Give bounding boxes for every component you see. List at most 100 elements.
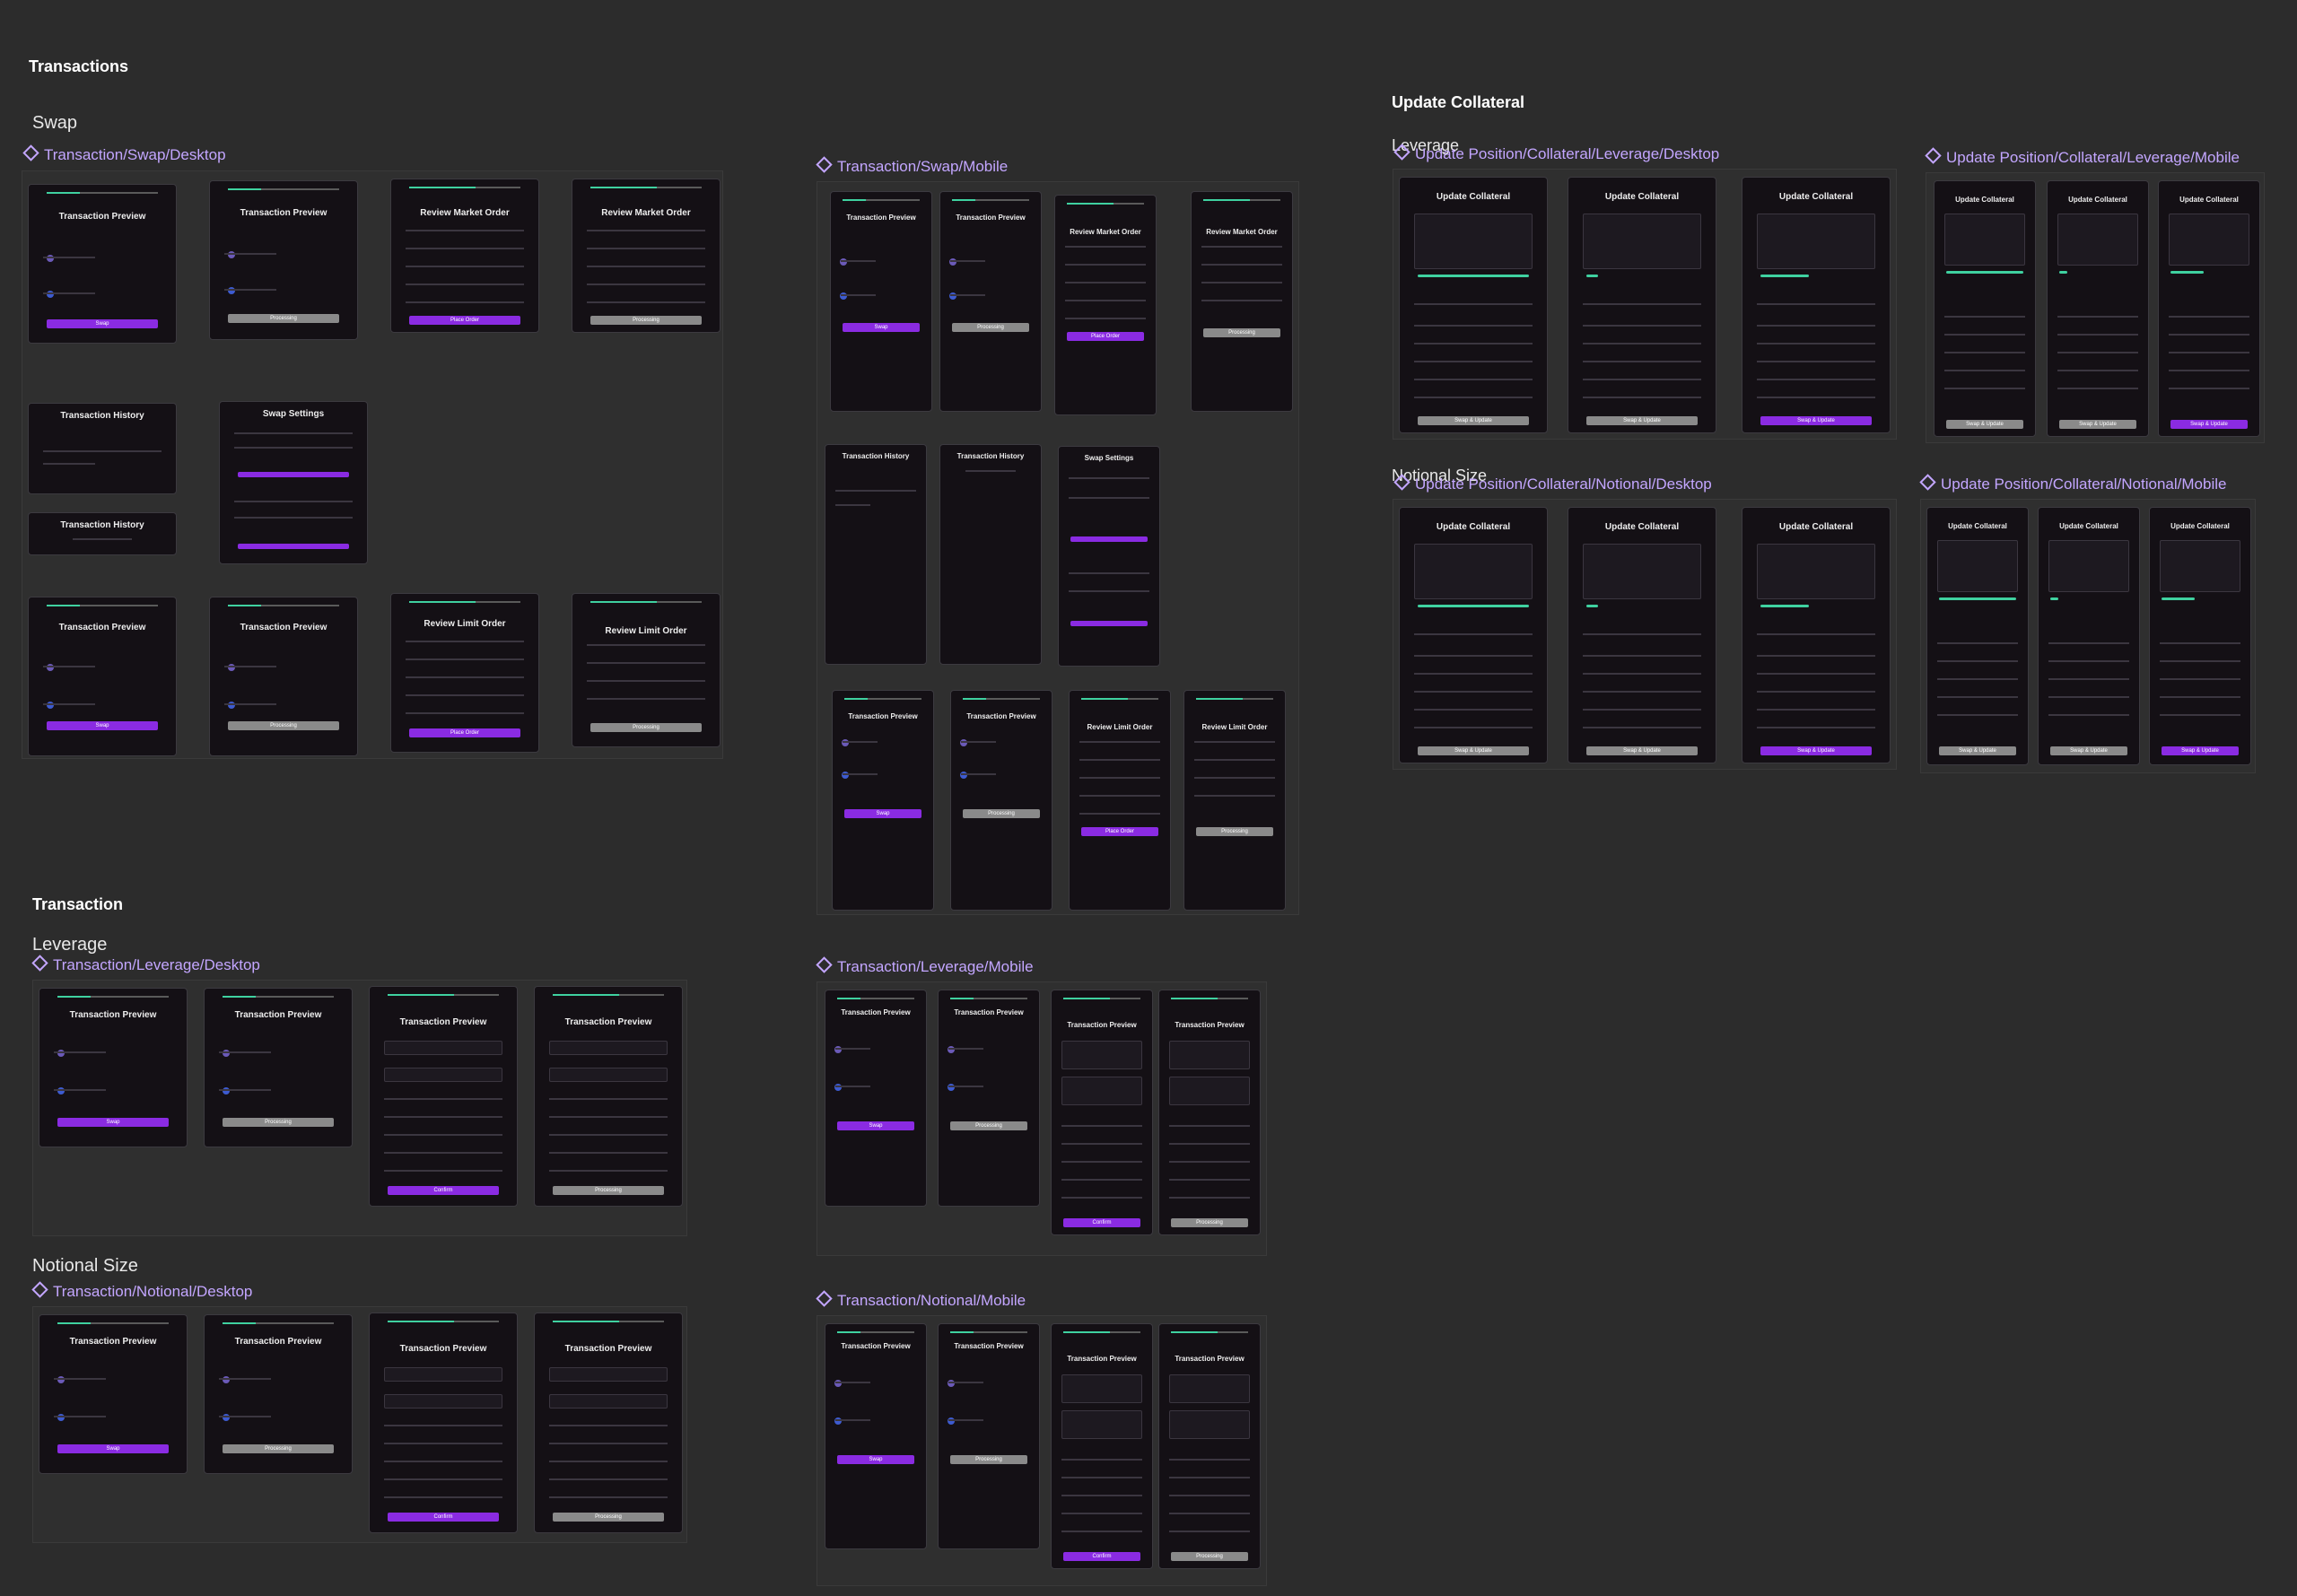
- card-transaction-history[interactable]: Transaction History: [825, 444, 927, 665]
- place-order-button[interactable]: Place Order: [1067, 332, 1144, 341]
- card-review-limit-order[interactable]: Review Limit Order Place Order: [390, 593, 539, 753]
- card-review-market-order[interactable]: Review Market Order Processing: [1191, 191, 1293, 412]
- card-review-market-order[interactable]: Review Market Order Place Order: [1054, 195, 1157, 415]
- card-transaction-preview[interactable]: Transaction Preview Swap: [825, 990, 927, 1207]
- processing-button[interactable]: Processing: [222, 1444, 335, 1453]
- card-transaction-preview[interactable]: Transaction Preview Swap: [28, 597, 177, 756]
- component-label-uc-leverage-desktop[interactable]: Update Position/Collateral/Leverage/Desk…: [1393, 144, 1719, 163]
- update-button[interactable]: Swap & Update: [1939, 746, 2016, 755]
- place-order-button[interactable]: Place Order: [408, 316, 521, 325]
- card-swap-settings[interactable]: Swap Settings: [1058, 446, 1160, 667]
- card-transaction-preview[interactable]: Transaction Preview Swap: [825, 1323, 927, 1549]
- notional-slider[interactable]: [1939, 597, 2016, 600]
- notional-slider[interactable]: [1585, 605, 1598, 607]
- card-transaction-preview[interactable]: Transaction Preview Processing: [204, 1314, 353, 1474]
- component-label-swap-desktop[interactable]: Transaction/Swap/Desktop: [22, 144, 226, 164]
- processing-button[interactable]: Processing: [227, 314, 340, 323]
- component-label-uc-notional-desktop[interactable]: Update Position/Collateral/Notional/Desk…: [1393, 474, 1712, 493]
- processing-button[interactable]: Processing: [952, 323, 1029, 332]
- update-button[interactable]: Swap & Update: [1417, 746, 1530, 755]
- notional-slider[interactable]: [2162, 597, 2196, 600]
- confirm-button[interactable]: Confirm: [387, 1186, 500, 1195]
- place-order-button[interactable]: Place Order: [408, 728, 521, 737]
- processing-button[interactable]: Processing: [590, 316, 703, 325]
- update-button[interactable]: Swap & Update: [2059, 420, 2136, 429]
- component-label-leverage-desktop[interactable]: Transaction/Leverage/Desktop: [31, 955, 260, 974]
- component-label-notional-mobile[interactable]: Transaction/Notional/Mobile: [816, 1290, 1026, 1310]
- update-button[interactable]: Swap & Update: [2170, 420, 2248, 429]
- card-update-collateral[interactable]: Update Collateral Swap & Update: [1399, 507, 1548, 763]
- card-transaction-preview-leverage[interactable]: Transaction Preview Confirm: [369, 986, 518, 1207]
- update-button[interactable]: Swap & Update: [1585, 746, 1699, 755]
- processing-button[interactable]: Processing: [1171, 1552, 1248, 1561]
- update-button[interactable]: Swap & Update: [1417, 416, 1530, 425]
- card-update-collateral[interactable]: Update Collateral Swap & Update: [2038, 507, 2140, 765]
- card-update-collateral[interactable]: Update Collateral Swap & Update: [1568, 177, 1716, 433]
- card-update-collateral[interactable]: Update Collateral Swap & Update: [1926, 507, 2029, 765]
- swap-button[interactable]: Swap: [46, 319, 159, 328]
- leverage-slider[interactable]: [2059, 271, 2068, 274]
- card-transaction-preview-leverage[interactable]: Transaction Preview Processing: [1158, 990, 1261, 1235]
- update-button[interactable]: Swap & Update: [2162, 746, 2239, 755]
- card-transaction-history[interactable]: Transaction History: [28, 403, 177, 494]
- card-transaction-preview[interactable]: Transaction Preview Swap: [830, 191, 932, 412]
- leverage-slider[interactable]: [1760, 275, 1809, 277]
- update-button[interactable]: Swap & Update: [2050, 746, 2127, 755]
- notional-slider[interactable]: [1760, 605, 1809, 607]
- card-update-collateral[interactable]: Update Collateral Swap & Update: [2158, 180, 2260, 437]
- component-label-uc-leverage-mobile[interactable]: Update Position/Collateral/Leverage/Mobi…: [1925, 147, 2240, 167]
- card-transaction-preview[interactable]: Transaction Preview Swap: [39, 988, 188, 1147]
- processing-button[interactable]: Processing: [950, 1455, 1027, 1464]
- update-button[interactable]: Swap & Update: [1760, 746, 1873, 755]
- card-transaction-preview[interactable]: Transaction Preview Processing: [938, 990, 1040, 1207]
- card-transaction-history-empty[interactable]: Transaction History: [939, 444, 1042, 665]
- card-transaction-preview[interactable]: Transaction Preview Processing: [939, 191, 1042, 412]
- component-label-notional-desktop[interactable]: Transaction/Notional/Desktop: [31, 1281, 252, 1301]
- card-update-collateral[interactable]: Update Collateral Swap & Update: [1742, 507, 1891, 763]
- confirm-button[interactable]: Confirm: [1063, 1552, 1140, 1561]
- processing-button[interactable]: Processing: [950, 1121, 1027, 1130]
- card-transaction-preview[interactable]: Transaction Preview Processing: [204, 988, 353, 1147]
- card-update-collateral[interactable]: Update Collateral Swap & Update: [1399, 177, 1548, 433]
- card-update-collateral[interactable]: Update Collateral Swap & Update: [2149, 507, 2251, 765]
- card-transaction-preview[interactable]: Transaction Preview Swap: [832, 690, 934, 911]
- card-transaction-preview[interactable]: Transaction Preview Swap: [39, 1314, 188, 1474]
- swap-button[interactable]: Swap: [837, 1121, 914, 1130]
- swap-button[interactable]: Swap: [46, 721, 159, 730]
- card-transaction-preview-notional[interactable]: Transaction Preview Processing: [534, 1313, 683, 1533]
- processing-button[interactable]: Processing: [227, 721, 340, 730]
- notional-slider[interactable]: [2050, 597, 2059, 600]
- swap-button[interactable]: Swap: [57, 1444, 170, 1453]
- processing-button[interactable]: Processing: [1171, 1218, 1248, 1227]
- card-transaction-preview-notional[interactable]: Transaction Preview Processing: [1158, 1323, 1261, 1569]
- notional-slider[interactable]: [1417, 605, 1530, 607]
- leverage-slider[interactable]: [1417, 275, 1530, 277]
- swap-button[interactable]: Swap: [844, 809, 921, 818]
- card-update-collateral[interactable]: Update Collateral Swap & Update: [1934, 180, 2036, 437]
- card-update-collateral[interactable]: Update Collateral Swap & Update: [1568, 507, 1716, 763]
- processing-button[interactable]: Processing: [963, 809, 1040, 818]
- swap-button[interactable]: Swap: [57, 1118, 170, 1127]
- leverage-slider[interactable]: [1585, 275, 1598, 277]
- card-transaction-preview-notional[interactable]: Transaction Preview Confirm: [369, 1313, 518, 1533]
- processing-button[interactable]: Processing: [1203, 328, 1280, 337]
- card-update-collateral[interactable]: Update Collateral Swap & Update: [2047, 180, 2149, 437]
- card-transaction-history-empty[interactable]: Transaction History: [28, 512, 177, 555]
- swap-button[interactable]: Swap: [837, 1455, 914, 1464]
- card-transaction-preview-leverage[interactable]: Transaction Preview Processing: [534, 986, 683, 1207]
- card-review-market-order[interactable]: Review Market Order Place Order: [390, 179, 539, 333]
- component-label-swap-mobile[interactable]: Transaction/Swap/Mobile: [816, 156, 1008, 176]
- processing-button[interactable]: Processing: [1196, 827, 1273, 836]
- processing-button[interactable]: Processing: [552, 1186, 665, 1195]
- card-transaction-preview-leverage[interactable]: Transaction Preview Confirm: [1051, 990, 1153, 1235]
- processing-button[interactable]: Processing: [552, 1513, 665, 1522]
- card-review-limit-order[interactable]: Review Limit Order Processing: [572, 593, 721, 747]
- leverage-slider[interactable]: [1946, 271, 2023, 274]
- card-transaction-preview[interactable]: Transaction Preview Processing: [950, 690, 1052, 911]
- update-button[interactable]: Swap & Update: [1760, 416, 1873, 425]
- swap-button[interactable]: Swap: [843, 323, 920, 332]
- card-review-limit-order[interactable]: Review Limit Order Place Order: [1069, 690, 1171, 911]
- processing-button[interactable]: Processing: [590, 723, 703, 732]
- card-swap-settings[interactable]: Swap Settings: [219, 401, 368, 564]
- card-update-collateral[interactable]: Update Collateral Swap & Update: [1742, 177, 1891, 433]
